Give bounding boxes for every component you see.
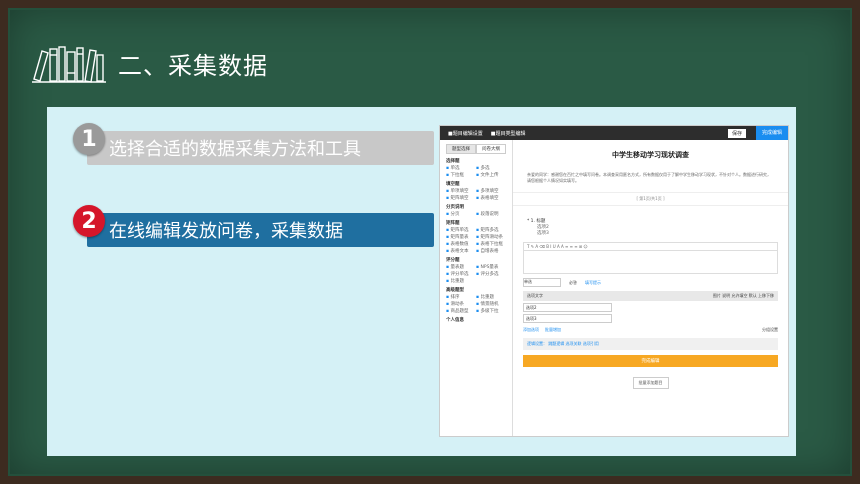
page-indicator: [ 第1页/共1页 ]	[513, 192, 788, 206]
survey-document: 中学生移动学习现状调查 亲爱的同学：感谢您在百忙之中填写问卷。本调查采用匿名方式…	[513, 140, 788, 436]
question-type-item[interactable]: 矩阵量表	[446, 234, 476, 240]
question-type-item[interactable]: 多选	[476, 165, 506, 171]
question-group-items: 矩阵单选矩阵多选矩阵量表矩阵滑动条表格数值表格下拉框表格文本自增表格	[446, 227, 506, 254]
question-type-item[interactable]: 商品题型	[446, 308, 476, 314]
tab-outline[interactable]: 问卷大纲	[476, 144, 506, 154]
batch-add-questions-button[interactable]: 批量添加题目	[632, 377, 669, 389]
option-header-text: 选项文字	[527, 293, 543, 298]
step-1-label: 选择合适的数据采集方法和工具	[109, 139, 361, 160]
question-type-item[interactable]: 矩阵单选	[446, 227, 476, 233]
question-type-item[interactable]: 排序	[446, 294, 476, 300]
question-group-title: 高级题型	[446, 288, 464, 293]
rich-text-editor[interactable]: T ✎ A ⌫ B I U A A ≡ ≡ ≡ ⊞ ☺	[523, 242, 778, 274]
editor-topbar-mid: ■题目类型编辑	[490, 130, 526, 137]
question-groups: 选择题单选多选下拉框文件上传填空题单项填空多项填空矩阵填空表格填空分页说明分页段…	[440, 158, 512, 323]
question-1[interactable]: * 1. 标题 选项2 选项3	[527, 218, 774, 236]
question-type-item[interactable]: 自增表格	[476, 248, 506, 254]
publish-button[interactable]: 完成编辑	[755, 126, 788, 141]
question-group-title: 评分题	[446, 258, 460, 263]
title-row: 二、采集数据	[30, 38, 268, 88]
question-group-items: 分页段落说明	[446, 211, 506, 217]
question-group-title: 矩阵题	[446, 221, 460, 226]
question-type-item[interactable]: 分页	[446, 211, 476, 217]
option-input-2[interactable]: 选项3	[523, 314, 612, 323]
question-type-item[interactable]: 评分单选	[446, 271, 476, 277]
tab-question-types[interactable]: 题型选择	[446, 144, 476, 154]
question-type-item[interactable]: 比重题	[446, 278, 476, 284]
editor-toolbar: T ✎ A ⌫ B I U A A ≡ ≡ ≡ ⊞ ☺	[524, 243, 777, 251]
editor-topbar: ■题目编辑设置 ■题目类型编辑 保存 完成编辑	[440, 126, 788, 141]
board-frame: 二、采集数据 1 选择合适的数据采集方法和工具 2 在线编辑发放问卷，采集数据 …	[0, 0, 860, 484]
content-panel: 1 选择合适的数据采集方法和工具 2 在线编辑发放问卷，采集数据 ■题目编辑设置…	[47, 107, 796, 456]
question-type-item[interactable]: 比重题	[476, 294, 506, 300]
slide-title: 二、采集数据	[118, 51, 268, 80]
question-type-item[interactable]: 表格数值	[446, 241, 476, 247]
question-type-item[interactable]: 单选	[446, 165, 476, 171]
step-2-label: 在线编辑发放问卷，采集数据	[109, 221, 343, 242]
add-option-link[interactable]: 添加选项	[523, 327, 539, 333]
required-checkbox[interactable]: 必答	[569, 280, 577, 286]
question-group-title: 分页说明	[446, 205, 464, 210]
question-settings-row: 单选 必答 填写提示	[523, 278, 778, 287]
preview-option-2: 选项3	[537, 231, 549, 236]
question-type-item[interactable]: NPS量表	[476, 264, 506, 270]
question-type-item[interactable]: 矩阵填空	[446, 195, 476, 201]
question-type-item[interactable]: 多项填空	[476, 188, 506, 194]
option-input-1[interactable]: 选项2	[523, 303, 612, 312]
question-type-item[interactable]: 矩阵多选	[476, 227, 506, 233]
question-type-pane: 题型选择 问卷大纲 选择题单选多选下拉框文件上传填空题单项填空多项填空矩阵填空表…	[440, 140, 513, 436]
question-type-item[interactable]: 表格下拉框	[476, 241, 506, 247]
question-type-item[interactable]: 文件上传	[476, 172, 506, 178]
step-1: 1 选择合适的数据采集方法和工具	[73, 123, 434, 165]
books-icon	[32, 46, 106, 83]
question-type-item[interactable]: 矩阵滑动条	[476, 234, 506, 240]
question-group-items: 量表题NPS量表评分单选评分多选比重题	[446, 264, 506, 284]
chalkboard: 二、采集数据 1 选择合适的数据采集方法和工具 2 在线编辑发放问卷，采集数据 …	[8, 8, 852, 476]
survey-intro: 亲爱的同学：感谢您在百忙之中填写问卷。本调查采用匿名方式，所有数据仅用于了解中学…	[527, 172, 771, 183]
survey-editor-screenshot: ■题目编辑设置 ■题目类型编辑 保存 完成编辑 题型选择 问卷大纲 选择题单选多…	[439, 125, 789, 437]
question-type-item[interactable]: 量表题	[446, 264, 476, 270]
question-group-title: 填空题	[446, 182, 460, 187]
question-type-item[interactable]: 单项填空	[446, 188, 476, 194]
question-group-title: 选择题	[446, 159, 460, 164]
editor-topbar-left: ■题目编辑设置	[448, 130, 483, 137]
question-type-select[interactable]: 单选	[523, 278, 561, 287]
question-type-item[interactable]: 下拉框	[446, 172, 476, 178]
batch-add-link[interactable]: 批量增加	[545, 327, 561, 333]
question-group-title: 个人信息	[446, 318, 464, 323]
option-header-right: 图片 说明 允许填空 默认 上移下移	[712, 293, 774, 298]
question-group-items: 排序比重题滑动条情景随机商品题型多级下拉	[446, 294, 506, 314]
question-type-item[interactable]: 多级下拉	[476, 308, 506, 314]
pane-tabs: 题型选择 问卷大纲	[446, 144, 506, 154]
option-links: 添加选项 批量增加 分组设置	[523, 327, 778, 333]
question-group-items: 单选多选下拉框文件上传	[446, 165, 506, 178]
question-type-item[interactable]: 情景随机	[476, 301, 506, 307]
option-row: 选项2	[523, 303, 778, 312]
question-type-item[interactable]: 表格填空	[476, 195, 506, 201]
option-row: 选项3	[523, 314, 778, 323]
step-2: 2 在线编辑发放问卷，采集数据	[73, 205, 434, 247]
save-button[interactable]: 保存	[727, 128, 746, 138]
question-group-items: 单项填空多项填空矩阵填空表格填空	[446, 188, 506, 201]
survey-title: 中学生移动学习现状调查	[612, 151, 689, 159]
question-type-item[interactable]: 评分多选	[476, 271, 506, 277]
logic-settings[interactable]: 逻辑设置： 跳题逻辑 选项关联 选项引用	[523, 338, 778, 350]
option-table-header: 选项文字 图片 说明 允许填空 默认 上移下移	[523, 291, 778, 301]
done-editing-button[interactable]: 完成编辑	[523, 355, 778, 367]
question-type-item[interactable]: 表格文本	[446, 248, 476, 254]
fill-hint-link[interactable]: 填写提示	[585, 280, 601, 286]
question-type-item[interactable]: 段落说明	[476, 211, 506, 217]
question-type-item[interactable]: 滑动条	[446, 301, 476, 307]
group-settings[interactable]: 分组设置	[762, 327, 778, 333]
